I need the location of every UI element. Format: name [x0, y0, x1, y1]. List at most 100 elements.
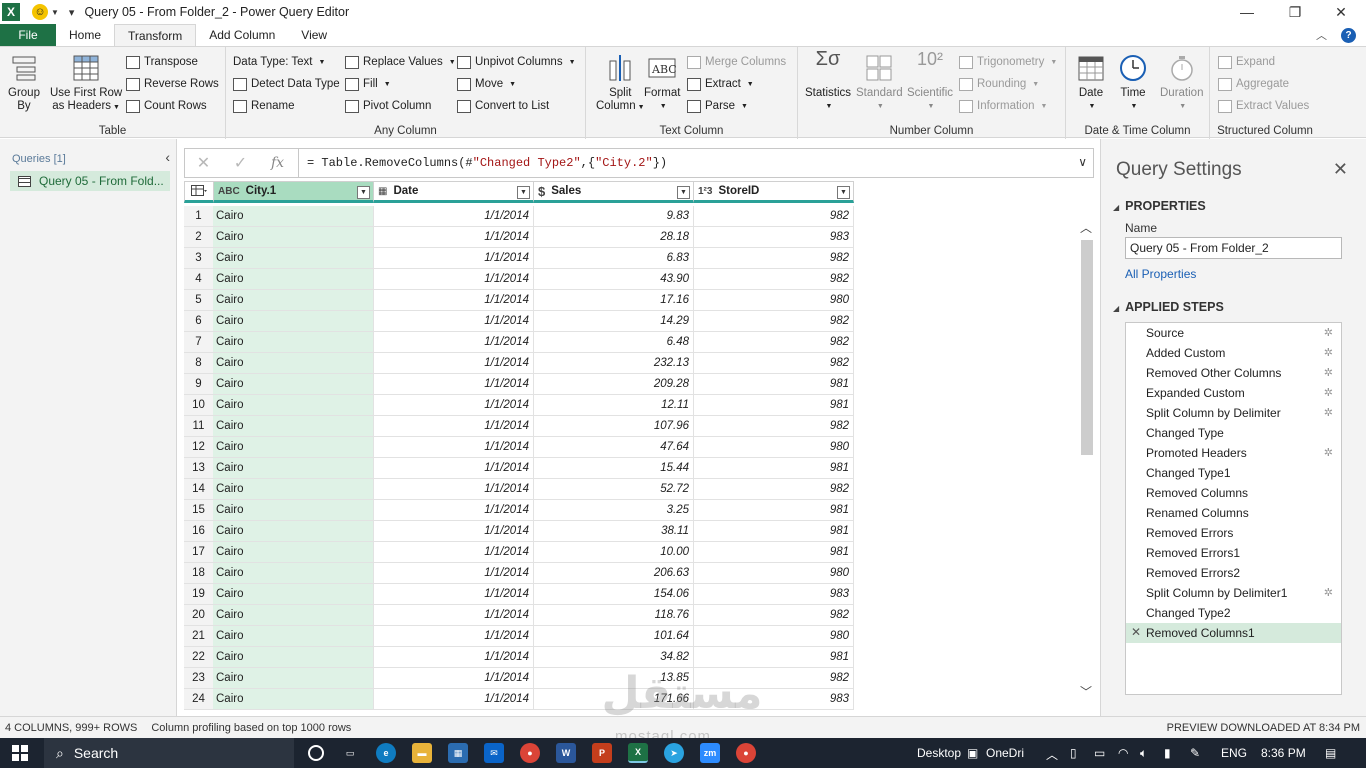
convert-to-list-button[interactable]: Convert to List — [457, 97, 549, 115]
scientific-button[interactable]: 10² Scientific ▼ — [907, 50, 953, 113]
cell-city[interactable]: Cairo — [213, 689, 374, 710]
table-row[interactable]: 14 Cairo 1/1/2014 52.72 982 — [184, 479, 854, 500]
cell-sales[interactable]: 101.64 — [533, 626, 694, 647]
applied-step[interactable]: Source ✲ — [1126, 323, 1341, 343]
cell-city[interactable]: Cairo — [213, 458, 374, 479]
telegram-icon[interactable]: ➤ — [664, 743, 684, 763]
cell-storeid[interactable]: 982 — [693, 269, 854, 290]
step-settings-gear-icon[interactable]: ✲ — [1324, 346, 1333, 359]
cell-storeid[interactable]: 980 — [693, 437, 854, 458]
word-icon[interactable]: W — [556, 743, 576, 763]
collapse-ribbon-icon[interactable]: ︿ — [1316, 27, 1327, 43]
cell-date[interactable]: 1/1/2014 — [373, 311, 534, 332]
cell-storeid[interactable]: 982 — [693, 668, 854, 689]
applied-step[interactable]: Split Column by Delimiter1 ✲ — [1126, 583, 1341, 603]
extract-values-button[interactable]: Extract Values — [1218, 97, 1309, 115]
applied-step[interactable]: Changed Type1 — [1126, 463, 1341, 483]
table-menu-button[interactable] — [184, 181, 214, 203]
row-number[interactable]: 16 — [184, 521, 214, 542]
cell-sales[interactable]: 232.13 — [533, 353, 694, 374]
cell-storeid[interactable]: 980 — [693, 290, 854, 311]
table-row[interactable]: 22 Cairo 1/1/2014 34.82 981 — [184, 647, 854, 668]
table-row[interactable]: 15 Cairo 1/1/2014 3.25 981 — [184, 500, 854, 521]
row-number[interactable]: 14 — [184, 479, 214, 500]
row-number[interactable]: 20 — [184, 605, 214, 626]
table-row[interactable]: 7 Cairo 1/1/2014 6.48 982 — [184, 332, 854, 353]
cell-date[interactable]: 1/1/2014 — [373, 479, 534, 500]
statistics-button[interactable]: Σσ Statistics ▼ — [805, 49, 851, 113]
table-row[interactable]: 5 Cairo 1/1/2014 17.16 980 — [184, 290, 854, 311]
cell-city[interactable]: Cairo — [213, 353, 374, 374]
step-settings-gear-icon[interactable]: ✲ — [1324, 386, 1333, 399]
trigonometry-button[interactable]: Trigonometry ▼ — [959, 53, 1057, 71]
cell-sales[interactable]: 13.85 — [533, 668, 694, 689]
group-by-button[interactable]: Group By — [8, 53, 40, 113]
row-number[interactable]: 3 — [184, 248, 214, 269]
cell-sales[interactable]: 15.44 — [533, 458, 694, 479]
chrome-2-icon[interactable]: ● — [736, 743, 756, 763]
cell-date[interactable]: 1/1/2014 — [373, 206, 534, 227]
table-row[interactable]: 21 Cairo 1/1/2014 101.64 980 — [184, 626, 854, 647]
column-header-storeid[interactable]: 1²3 StoreID ▼ — [693, 181, 854, 203]
table-row[interactable]: 12 Cairo 1/1/2014 47.64 980 — [184, 437, 854, 458]
close-window-button[interactable]: ✕ — [1318, 0, 1364, 24]
cell-city[interactable]: Cairo — [213, 248, 374, 269]
minimize-button[interactable]: — — [1224, 0, 1270, 24]
row-number[interactable]: 22 — [184, 647, 214, 668]
cell-city[interactable]: Cairo — [213, 227, 374, 248]
cell-city[interactable]: Cairo — [213, 668, 374, 689]
cell-sales[interactable]: 38.11 — [533, 521, 694, 542]
cell-sales[interactable]: 6.83 — [533, 248, 694, 269]
volume-icon[interactable]: 🔈︎ — [1140, 746, 1147, 761]
cell-city[interactable]: Cairo — [213, 521, 374, 542]
count-rows-button[interactable]: Count Rows — [126, 97, 207, 115]
cell-date[interactable]: 1/1/2014 — [373, 227, 534, 248]
table-row[interactable]: 6 Cairo 1/1/2014 14.29 982 — [184, 311, 854, 332]
powerpoint-icon[interactable]: P — [592, 743, 612, 763]
cell-storeid[interactable]: 982 — [693, 311, 854, 332]
date-type-icon[interactable]: ▦ — [378, 186, 387, 197]
cell-sales[interactable]: 3.25 — [533, 500, 694, 521]
restore-button[interactable]: ❐ — [1272, 0, 1318, 24]
parse-button[interactable]: Parse ▼ — [687, 97, 748, 115]
cell-sales[interactable]: 14.29 — [533, 311, 694, 332]
row-number[interactable]: 8 — [184, 353, 214, 374]
cell-sales[interactable]: 47.64 — [533, 437, 694, 458]
table-row[interactable]: 1 Cairo 1/1/2014 9.83 982 — [184, 206, 854, 227]
mail-icon[interactable]: ✉ — [484, 743, 504, 763]
row-number[interactable]: 7 — [184, 332, 214, 353]
cell-storeid[interactable]: 983 — [693, 584, 854, 605]
applied-step[interactable]: Removed Other Columns ✲ — [1126, 363, 1341, 383]
cell-city[interactable]: Cairo — [213, 332, 374, 353]
cell-sales[interactable]: 154.06 — [533, 584, 694, 605]
filter-dropdown-icon[interactable]: ▼ — [517, 186, 530, 199]
tray-chevron-icon[interactable]: ︿ — [1046, 746, 1058, 763]
duration-button[interactable]: Duration ▼ — [1160, 53, 1203, 113]
row-number[interactable]: 21 — [184, 626, 214, 647]
chrome-icon[interactable]: ● — [520, 743, 540, 763]
row-number[interactable]: 6 — [184, 311, 214, 332]
currency-type-icon[interactable]: $ — [538, 184, 545, 199]
cell-city[interactable]: Cairo — [213, 605, 374, 626]
row-number[interactable]: 10 — [184, 395, 214, 416]
cell-date[interactable]: 1/1/2014 — [373, 689, 534, 710]
cell-sales[interactable]: 107.96 — [533, 416, 694, 437]
tray-device-icon[interactable]: ▯ — [1070, 746, 1077, 760]
replace-values-button[interactable]: Replace Values ▼ — [345, 53, 456, 71]
tray-onedrive[interactable]: OneDri — [986, 746, 1024, 760]
cell-sales[interactable]: 206.63 — [533, 563, 694, 584]
table-row[interactable]: 24 Cairo 1/1/2014 171.66 983 — [184, 689, 854, 710]
cell-city[interactable]: Cairo — [213, 437, 374, 458]
table-row[interactable]: 13 Cairo 1/1/2014 15.44 981 — [184, 458, 854, 479]
grid-vertical-scrollbar[interactable]: ︿ ﹀ — [1078, 205, 1096, 710]
cell-date[interactable]: 1/1/2014 — [373, 521, 534, 542]
row-number[interactable]: 9 — [184, 374, 214, 395]
cell-storeid[interactable]: 981 — [693, 647, 854, 668]
cell-date[interactable]: 1/1/2014 — [373, 374, 534, 395]
cell-date[interactable]: 1/1/2014 — [373, 626, 534, 647]
notifications-icon[interactable]: ▤ — [1325, 746, 1336, 760]
pivot-column-button[interactable]: Pivot Column — [345, 97, 431, 115]
table-row[interactable]: 9 Cairo 1/1/2014 209.28 981 — [184, 374, 854, 395]
reverse-rows-button[interactable]: Reverse Rows — [126, 75, 219, 93]
cell-sales[interactable]: 17.16 — [533, 290, 694, 311]
